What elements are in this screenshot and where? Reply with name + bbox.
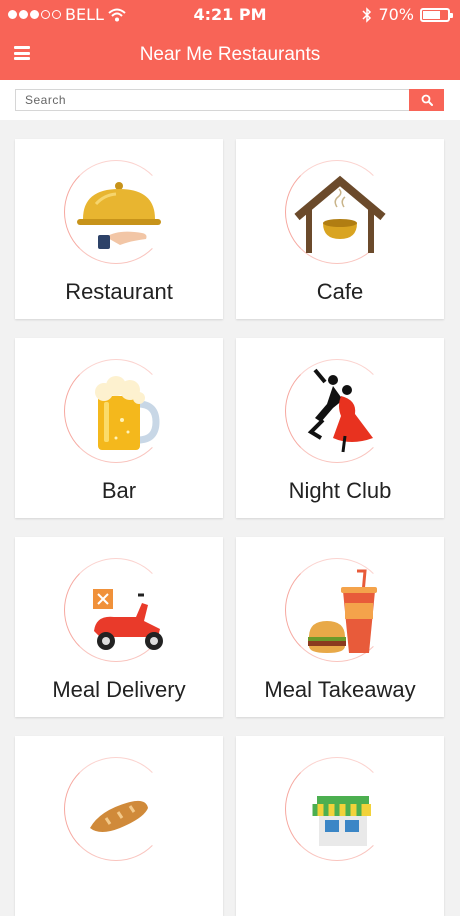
category-label: Night Club [288,478,392,503]
beer-mug-icon [95,376,160,450]
search-bar [0,80,460,120]
category-card-restaurant[interactable]: Restaurant [15,139,223,319]
bread-icon [90,800,148,832]
category-label: Meal Takeaway [264,677,416,702]
page-title: Near Me Restaurants [139,44,321,65]
search-icon [421,94,433,106]
status-bar: BELL 4:21 PM 70% [0,0,460,30]
category-label: Restaurant [65,279,173,304]
category-label: Meal Delivery [52,677,186,702]
store-awning-icon [312,796,371,846]
category-card-meal-takeaway[interactable]: Meal Takeaway [236,537,444,717]
category-card-bakery[interactable] [15,736,223,916]
category-label: Bar [101,478,137,503]
search-input[interactable] [15,89,409,111]
status-right: 70% [362,5,453,24]
category-label: Cafe [316,279,364,304]
search-button[interactable] [409,89,444,111]
category-card-cafe[interactable]: Cafe [236,139,444,319]
category-card-meal-delivery[interactable]: Meal Delivery [15,537,223,717]
bluetooth-icon [362,6,372,23]
cafe-house-icon [294,175,386,253]
app-header: Near Me Restaurants [0,30,460,80]
category-card-bar[interactable]: Bar [15,338,223,518]
takeaway-drink-burger-icon [308,569,377,653]
category-card-night-club[interactable]: Night Club [236,338,444,518]
delivery-scooter-icon [93,589,163,650]
dancing-couple-icon [307,368,373,453]
category-card-store[interactable] [236,736,444,916]
serving-cloche-icon [77,182,161,249]
battery-percent: 70% [378,5,414,24]
battery-icon [420,7,453,22]
